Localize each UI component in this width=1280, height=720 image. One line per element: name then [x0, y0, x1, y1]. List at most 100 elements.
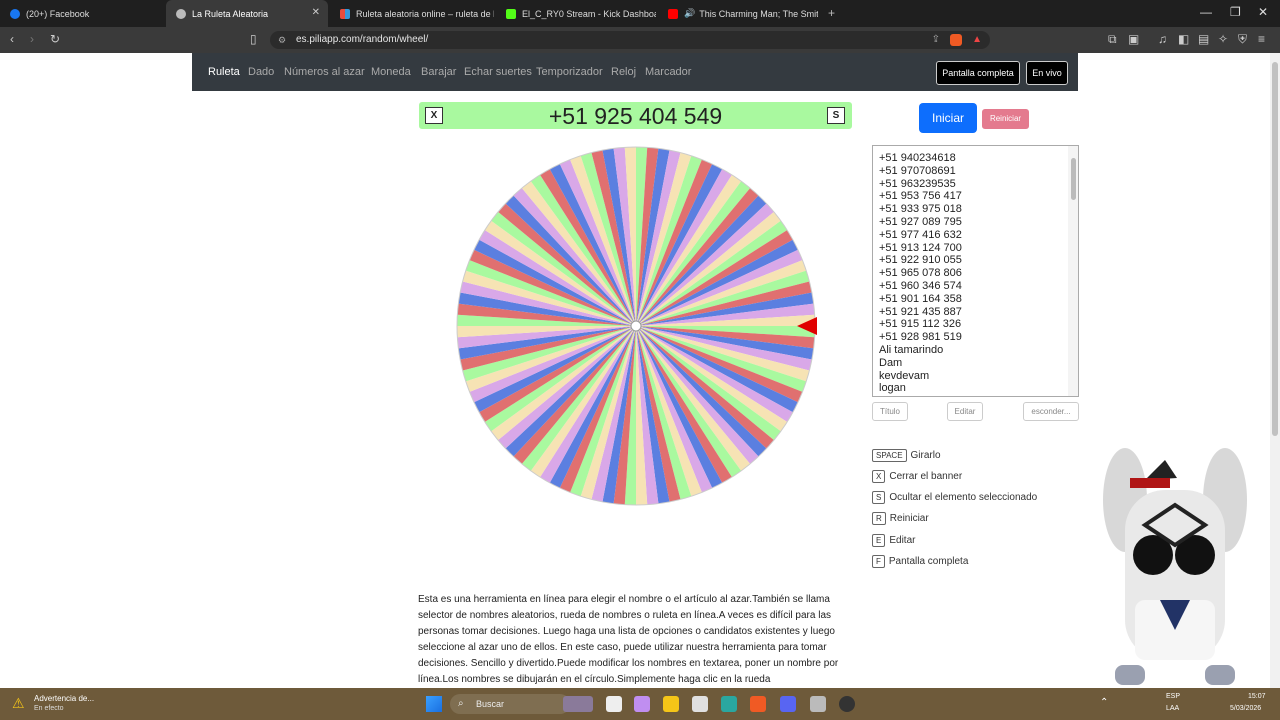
nav-ruleta[interactable]: Ruleta [208, 66, 240, 78]
taskbar-search[interactable]: ⌕ Buscar [450, 694, 570, 714]
kick-icon [506, 8, 516, 19]
entry-line: kevdevam [879, 369, 930, 382]
brave-rewards-icon[interactable]: ▲ [972, 31, 982, 49]
shortcut-label: Pantalla completa [888, 555, 969, 567]
textarea-scrollbar-thumb[interactable] [1071, 158, 1076, 200]
fullscreen-button[interactable]: Pantalla completa [936, 61, 1020, 85]
shortcut-key: X [872, 469, 886, 483]
nav-numeros[interactable]: Números al azar [284, 66, 365, 78]
nav-temporizador[interactable]: Temporizador [536, 66, 603, 78]
discord-icon[interactable] [780, 696, 796, 712]
live-button[interactable]: En vivo [1026, 61, 1068, 85]
minimize-icon[interactable]: — [1200, 5, 1212, 19]
shortcut-key: E [872, 533, 886, 547]
share-icon[interactable]: ⇪ [932, 31, 940, 49]
title-button[interactable]: Título [872, 402, 908, 421]
start-button[interactable]: Iniciar [919, 103, 977, 133]
edit-button[interactable]: Editar [947, 402, 983, 421]
back-icon[interactable]: ‹ [10, 32, 14, 46]
nav-dado[interactable]: Dado [248, 66, 274, 78]
entries-textarea[interactable]: +51 940234618 +51 970708691 +51 963239535 +… [872, 145, 1079, 397]
tab-facebook[interactable]: (20+) Facebook [0, 0, 166, 27]
entry-line: +51 921 435 887 [879, 305, 962, 318]
sidebar-icon[interactable]: ◧ [1178, 32, 1189, 46]
entry-line: +51 960 346 574 [879, 279, 962, 292]
hide-selected-button[interactable]: S [827, 107, 845, 124]
bookmark-icon[interactable]: ▯ [250, 32, 257, 46]
entry-line: +51 953 756 417 [879, 190, 962, 203]
shortcut-label: Cerrar el banner [889, 470, 963, 482]
vpn-icon[interactable]: ⛨ [1238, 32, 1247, 47]
shortcut-label: Reiniciar [889, 512, 929, 524]
forward-icon[interactable]: › [30, 32, 34, 46]
warning-icon[interactable]: ⚠ [12, 695, 25, 712]
description-text: Esta es una herramienta en línea para el… [418, 594, 839, 685]
close-window-icon[interactable]: ✕ [1258, 5, 1268, 19]
tab-ruleta-aleatoria[interactable]: La Ruleta Aleatoria ✕ [166, 0, 328, 27]
entry-line: +51 977 416 632 [879, 228, 962, 241]
shortcut-row: X Cerrar el banner [872, 469, 962, 483]
menu-icon[interactable]: ≡ [1258, 32, 1265, 46]
new-tab-icon[interactable]: + [828, 6, 835, 20]
entry-line: +51 963239535 [879, 177, 956, 190]
app-icon[interactable] [810, 696, 826, 712]
hide-button[interactable]: esconder... [1023, 402, 1079, 421]
entry-line: +51 940234618 [879, 152, 956, 164]
entry-line: Ali tamarindo [879, 343, 944, 356]
result-banner: +51 925 404 549 X S [419, 102, 852, 129]
tab-search-icon[interactable]: ▣ [1128, 32, 1139, 46]
nav-marcador[interactable]: Marcador [645, 66, 691, 78]
taskbar-widget-icon[interactable] [563, 696, 593, 712]
maximize-icon[interactable]: ❐ [1230, 5, 1241, 19]
entry-line: +51 913 124 700 [879, 241, 962, 254]
shortcut-key: R [872, 511, 886, 525]
url-field[interactable]: ⚙ es.piliapp.com/random/wheel/ ⇪ ▲ [270, 31, 990, 49]
windows-start-icon[interactable] [426, 696, 442, 712]
site-info-icon[interactable]: ⚙ [278, 31, 286, 49]
shortcut-label: Ocultar el elemento seleccionado [889, 491, 1038, 503]
nav-reloj[interactable]: Reloj [611, 66, 636, 78]
result-value: +51 925 404 549 [548, 103, 723, 129]
copilot-icon[interactable] [634, 696, 650, 712]
tray-chevron-icon[interactable]: ⌃ [1100, 697, 1108, 708]
reset-button[interactable]: Reiniciar [982, 109, 1029, 129]
clock-time[interactable]: 15:07 [1248, 693, 1266, 700]
entry-line: +51 970708691 [879, 164, 956, 177]
shortcut-row: R Reiniciar [872, 511, 929, 525]
search-icon: ⌕ [458, 698, 464, 709]
nav-moneda[interactable]: Moneda [371, 66, 411, 78]
tab-kick[interactable]: El_C_RY0 Stream - Kick Dashboard [496, 0, 656, 27]
reload-icon[interactable]: ↻ [50, 32, 60, 46]
brave-icon[interactable] [750, 696, 766, 712]
wheel[interactable] [455, 145, 817, 507]
entry-line: Dam [879, 356, 903, 369]
entry-line: +51 915 112 326 [879, 318, 962, 331]
wheel-hub [630, 320, 642, 332]
media-icon[interactable]: ♫ [1158, 32, 1167, 46]
edge-icon[interactable] [721, 696, 737, 712]
wheel-favicon-icon [340, 8, 350, 19]
wallet-icon[interactable]: ▤ [1198, 32, 1209, 46]
weather-title[interactable]: Advertencia de... [34, 694, 94, 703]
tab-ruleta-online[interactable]: Ruleta aleatoria online – ruleta de la [330, 0, 494, 27]
shortcut-key: S [872, 490, 886, 504]
page-scrollbar-thumb[interactable] [1272, 62, 1278, 436]
store-icon[interactable] [692, 696, 708, 712]
task-view-icon[interactable] [606, 696, 622, 712]
address-bar-row: ‹ › ↻ ▯ ⚙ es.piliapp.com/random/wheel/ ⇪… [0, 27, 1280, 53]
nav-barajar[interactable]: Barajar [421, 66, 456, 78]
language-indicator[interactable]: ESP [1166, 693, 1180, 700]
brave-shield-icon[interactable] [950, 34, 962, 46]
close-tab-icon[interactable]: ✕ [312, 7, 320, 18]
file-explorer-icon[interactable] [663, 696, 679, 712]
tab-youtube[interactable]: 🔊 This Charming Man; The Smiths [658, 0, 818, 27]
nav-echar-suertes[interactable]: Echar suertes [464, 66, 532, 78]
extensions-icon[interactable]: ⧉ [1108, 32, 1117, 47]
mascot-image [1103, 448, 1247, 685]
close-banner-button[interactable]: X [425, 107, 443, 124]
obs-icon[interactable] [839, 696, 855, 712]
leo-icon[interactable]: ✧ [1218, 32, 1228, 46]
entry-line: +51 928 981 519 [879, 331, 962, 344]
shortcut-key: SPACE [872, 448, 907, 462]
entry-line: +51 927 089 795 [879, 215, 962, 228]
